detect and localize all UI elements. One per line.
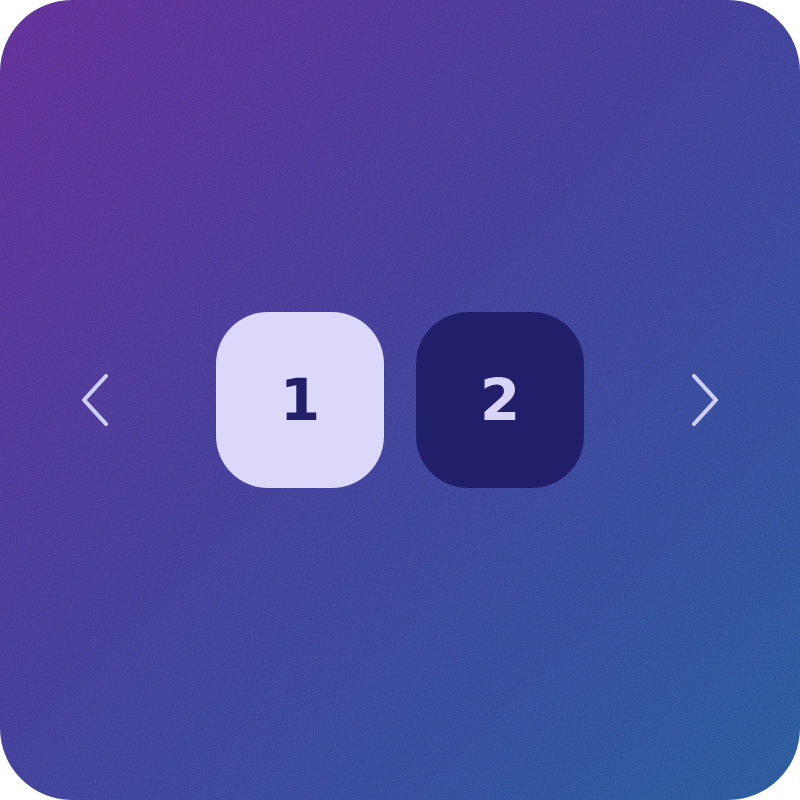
page-1-button[interactable]: 1: [216, 312, 384, 488]
previous-page-button[interactable]: [66, 370, 126, 430]
page-2-label: 2: [479, 366, 521, 434]
pagination: 1 2: [0, 312, 800, 488]
next-page-button[interactable]: [674, 370, 734, 430]
chevron-left-icon: [82, 374, 108, 426]
page-1-label: 1: [279, 366, 321, 434]
chevron-right-icon: [692, 374, 718, 426]
page-2-button[interactable]: 2: [416, 312, 584, 488]
pagination-card: 1 2: [0, 0, 800, 800]
